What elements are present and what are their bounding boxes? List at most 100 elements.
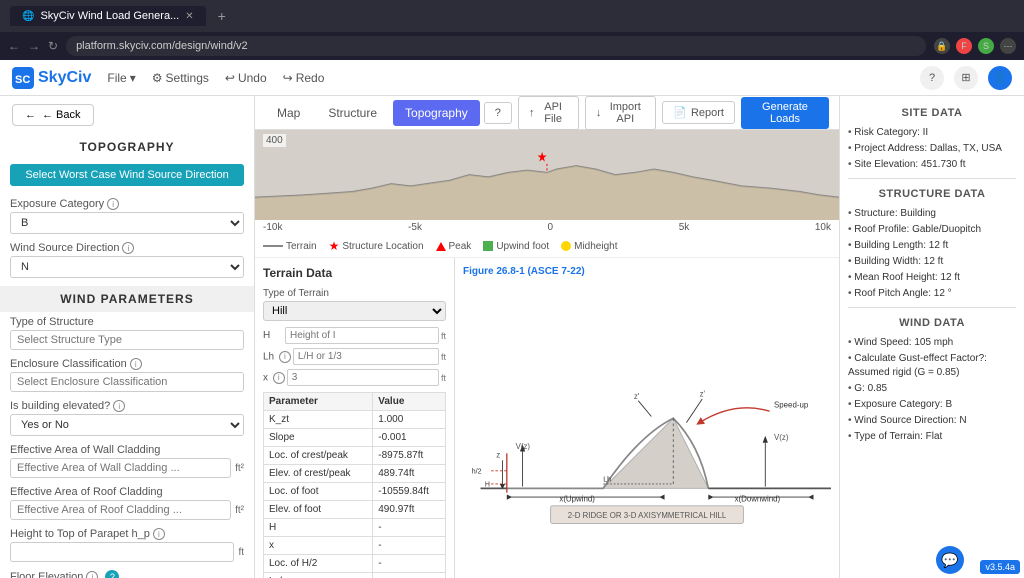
legend-structure: ★ Structure Location xyxy=(329,239,424,253)
struct-height: Mean Roof Height: 12 ft xyxy=(848,271,1016,285)
extension-icon-2[interactable]: F xyxy=(956,38,972,54)
enclosure-group: Enclosure Classification i xyxy=(0,354,254,396)
menu-undo[interactable]: ↩ Undo xyxy=(225,71,267,85)
roof-cladding-group: Effective Area of Roof Cladding ft² xyxy=(0,482,254,524)
browser-bar: 🌐 SkyCiv Wind Load Genera... ✕ + xyxy=(0,0,1024,32)
site-data-title: SITE DATA xyxy=(848,104,1016,122)
value-col-header: Value xyxy=(373,393,446,411)
enclosure-info-icon[interactable]: i xyxy=(130,358,142,370)
x-info-icon[interactable]: i xyxy=(273,372,285,384)
tab-map[interactable]: Map xyxy=(265,100,312,126)
avatar-button[interactable]: 👤 xyxy=(988,66,1012,90)
structure-type-input[interactable] xyxy=(10,330,244,350)
svg-text:x(Downwind): x(Downwind) xyxy=(735,494,781,503)
extension-icon-3[interactable]: S xyxy=(978,38,994,54)
nav-reload-button[interactable]: ↻ xyxy=(48,39,58,53)
param-cell: H xyxy=(264,519,373,537)
svg-text:★: ★ xyxy=(537,150,547,165)
elevated-label: Is building elevated? i xyxy=(10,400,244,412)
upwind-legend-label: Upwind foot xyxy=(496,241,549,252)
map-x-labels: -10k -5k 0 5k 10k xyxy=(255,220,839,235)
parapet-input[interactable] xyxy=(10,542,234,562)
h-label: H xyxy=(263,330,283,341)
param-cell: x xyxy=(264,537,373,555)
tab-close-icon[interactable]: ✕ xyxy=(185,11,193,22)
import-api-btn[interactable]: ↓ Import API xyxy=(585,96,656,130)
table-row: Loc. of foot-10559.84ft xyxy=(264,483,446,501)
roof-cladding-unit: ft² xyxy=(235,505,244,516)
report-btn[interactable]: 📄 Report xyxy=(662,101,735,124)
x-label-1: -5k xyxy=(408,222,422,233)
svg-text:z: z xyxy=(496,450,500,459)
menu-file[interactable]: File ▾ xyxy=(107,71,135,85)
lh-info-icon[interactable]: i xyxy=(279,351,291,363)
enclosure-input[interactable] xyxy=(10,372,244,392)
divider-1 xyxy=(848,178,1016,179)
x-input[interactable] xyxy=(287,369,439,386)
parapet-info-icon[interactable]: i xyxy=(153,528,165,540)
elevated-select[interactable]: Yes or No xyxy=(10,414,244,436)
menu-settings[interactable]: ⚙ Settings xyxy=(152,71,209,85)
browser-extension-icons: 🔒 F S ⋯ xyxy=(934,38,1016,54)
struct-width: Building Width: 12 ft xyxy=(848,255,1016,269)
floor-elevation-label: Floor Elevation i ? xyxy=(10,570,244,578)
wind-source-label: Wind Source Direction i xyxy=(10,242,244,254)
legend-terrain: Terrain xyxy=(263,241,317,252)
lh-label: Lh i xyxy=(263,351,291,363)
chat-button[interactable]: 💬 xyxy=(936,546,964,574)
wall-cladding-input[interactable] xyxy=(10,458,231,478)
url-input[interactable] xyxy=(66,36,926,56)
terrain-param-table: Parameter Value K_zt1.000Slope-0.001Loc.… xyxy=(263,392,446,578)
center-main: Terrain Data Type of Terrain Hill H ft L… xyxy=(255,258,839,578)
lh-input[interactable] xyxy=(293,348,439,365)
tab-topography[interactable]: Topography xyxy=(393,100,480,126)
back-button[interactable]: ← ← Back xyxy=(12,104,94,126)
value-cell: - xyxy=(373,519,446,537)
extension-icon-4[interactable]: ⋯ xyxy=(1000,38,1016,54)
hill-svg: h/2 H z x(Upwind) xyxy=(463,317,831,537)
wind-source-select[interactable]: N xyxy=(10,256,244,278)
generate-loads-btn[interactable]: Generate Loads xyxy=(741,97,829,129)
table-row: H- xyxy=(264,519,446,537)
elevated-info-icon[interactable]: i xyxy=(113,400,125,412)
table-row: Elev. of crest/peak489.74ft xyxy=(264,465,446,483)
extension-icon-1[interactable]: 🔒 xyxy=(934,38,950,54)
terrain-type-select[interactable]: Hill xyxy=(263,301,446,321)
svg-text:z': z' xyxy=(700,389,706,398)
floor-elevation-info-icon[interactable]: i xyxy=(86,571,98,578)
exposure-info-icon[interactable]: i xyxy=(107,198,119,210)
h-input[interactable] xyxy=(285,327,439,344)
svg-text:Speed-up: Speed-up xyxy=(774,400,809,409)
select-wind-btn[interactable]: Select Worst Case Wind Source Direction xyxy=(10,164,244,186)
url-bar-row: ← → ↻ 🔒 F S ⋯ xyxy=(0,32,1024,60)
exposure-select[interactable]: B xyxy=(10,212,244,234)
upwind-legend-square xyxy=(483,241,493,251)
floor-elevation-action-icon[interactable]: ? xyxy=(105,570,119,578)
value-cell: -0.001 xyxy=(373,429,446,447)
value-cell: - xyxy=(373,537,446,555)
nav-forward-button[interactable]: → xyxy=(28,39,40,53)
menu-redo[interactable]: ↪ Redo xyxy=(283,71,325,85)
help-button[interactable]: ? xyxy=(920,66,944,90)
site-elevation: Site Elevation: 451.730 ft xyxy=(848,158,1016,172)
param-cell: Loc. of crest/peak xyxy=(264,447,373,465)
legend-peak: Peak xyxy=(436,241,472,252)
roof-cladding-input[interactable] xyxy=(10,500,231,520)
help-tab-btn[interactable]: ? xyxy=(484,102,512,124)
new-tab-button[interactable]: + xyxy=(218,8,226,24)
wind-source-info-icon[interactable]: i xyxy=(122,242,134,254)
wall-cladding-label: Effective Area of Wall Cladding xyxy=(10,444,244,456)
app-header: SC SkyCiv File ▾ ⚙ Settings ↩ Undo ↪ Red… xyxy=(0,60,1024,96)
exposure-category-group: Exposure Category i B xyxy=(0,194,254,238)
x-label-3: 5k xyxy=(679,222,690,233)
tab-structure[interactable]: Structure xyxy=(316,100,389,126)
x-label-4: 10k xyxy=(815,222,831,233)
browser-tab-active[interactable]: 🌐 SkyCiv Wind Load Genera... ✕ xyxy=(10,6,206,26)
apps-button[interactable]: ⊞ xyxy=(954,66,978,90)
nav-back-button[interactable]: ← xyxy=(8,39,20,53)
table-row: L_h- xyxy=(264,573,446,578)
peak-legend-triangle xyxy=(436,242,446,251)
terrain-data-title: Terrain Data xyxy=(263,266,446,280)
api-file-btn[interactable]: ↑ API File xyxy=(518,96,579,130)
left-sidebar: ← ← Back TOPOGRAPHY Select Worst Case Wi… xyxy=(0,96,255,578)
